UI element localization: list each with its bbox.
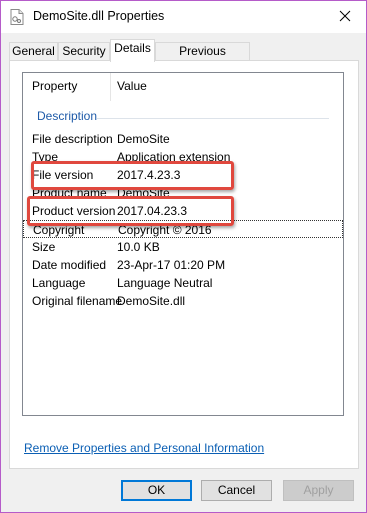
column-header-value[interactable]: Value bbox=[117, 79, 147, 93]
properties-dialog: DemoSite.dll Properties General Security… bbox=[0, 0, 367, 513]
list-header: Property Value bbox=[23, 73, 343, 101]
highlight-product-version bbox=[27, 196, 234, 226]
window-title: DemoSite.dll Properties bbox=[33, 9, 165, 23]
details-panel: Property Value Description File descript… bbox=[9, 60, 359, 469]
property-name: File description bbox=[32, 132, 113, 146]
property-name: Original filename bbox=[32, 294, 123, 308]
details-list[interactable]: Property Value Description File descript… bbox=[22, 72, 344, 416]
list-row-date-modified[interactable]: Date modified 23-Apr-17 01:20 PM bbox=[23, 256, 343, 274]
tab-details[interactable]: Details bbox=[110, 39, 155, 62]
property-name: Date modified bbox=[32, 258, 107, 272]
property-value: 10.0 KB bbox=[117, 240, 160, 254]
property-value: 23-Apr-17 01:20 PM bbox=[117, 258, 226, 272]
tab-security[interactable]: Security bbox=[58, 42, 110, 61]
cancel-button[interactable]: Cancel bbox=[201, 480, 272, 501]
column-divider[interactable] bbox=[110, 73, 111, 101]
list-row-original-filename[interactable]: Original filename DemoSite.dll bbox=[23, 292, 343, 310]
column-header-property[interactable]: Property bbox=[32, 79, 77, 93]
list-row-size[interactable]: Size 10.0 KB bbox=[23, 238, 343, 256]
tab-general[interactable]: General bbox=[9, 42, 58, 61]
list-row-file-description[interactable]: File description DemoSite bbox=[23, 130, 343, 148]
property-name: Size bbox=[32, 240, 56, 254]
property-value: Language Neutral bbox=[117, 276, 213, 290]
property-value: DemoSite bbox=[117, 132, 170, 146]
property-name: Language bbox=[32, 276, 86, 290]
apply-button[interactable]: Apply bbox=[283, 480, 354, 501]
close-button[interactable] bbox=[324, 1, 366, 31]
highlight-file-version bbox=[31, 161, 234, 190]
list-row-language[interactable]: Language Language Neutral bbox=[23, 274, 343, 292]
group-divider bbox=[97, 118, 329, 119]
ok-button[interactable]: OK bbox=[121, 480, 192, 501]
property-value: DemoSite.dll bbox=[117, 294, 186, 308]
dll-file-icon bbox=[10, 9, 24, 25]
close-icon bbox=[339, 10, 351, 22]
tab-strip: General Security Details Previous Versio… bbox=[9, 39, 359, 75]
tab-previous-versions[interactable]: Previous Versions bbox=[155, 42, 250, 75]
title-bar[interactable]: DemoSite.dll Properties bbox=[1, 1, 366, 33]
group-description-label: Description bbox=[37, 109, 98, 123]
remove-properties-link[interactable]: Remove Properties and Personal Informati… bbox=[24, 441, 264, 455]
